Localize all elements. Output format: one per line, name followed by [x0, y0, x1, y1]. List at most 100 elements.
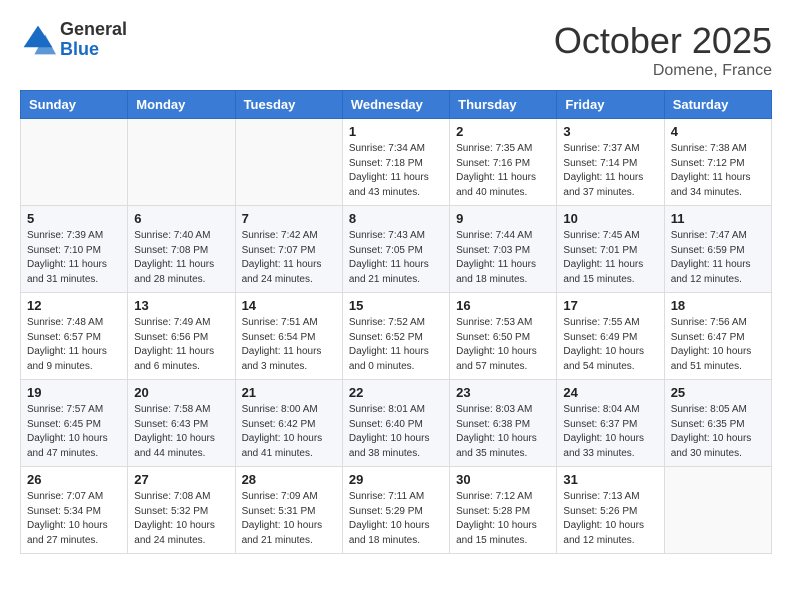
calendar-day-cell: 14Sunrise: 7:51 AMSunset: 6:54 PMDayligh…	[235, 293, 342, 380]
day-info: Sunrise: 7:08 AMSunset: 5:32 PMDaylight:…	[134, 490, 228, 548]
calendar-day-cell: 10Sunrise: 7:45 AMSunset: 7:01 PMDayligh…	[557, 206, 664, 293]
day-info: Sunrise: 7:56 AMSunset: 6:47 PMDaylight:…	[671, 316, 765, 374]
day-number: 16	[456, 298, 550, 313]
day-number: 3	[563, 124, 657, 139]
calendar-day-cell: 12 Sunrise: 7:48 AMSunset: 6:57 PMDayligh…	[21, 293, 128, 380]
calendar-day-cell: 29Sunrise: 7:11 AMSunset: 5:29 PMDayligh…	[342, 467, 449, 554]
day-number: 8	[349, 211, 443, 226]
day-number: 6	[134, 211, 228, 226]
day-info: Sunrise: 8:04 AMSunset: 6:37 PMDaylight:…	[563, 403, 657, 461]
day-number: 30	[456, 472, 550, 487]
weekday-header: Tuesday	[235, 91, 342, 119]
calendar-day-cell: 30 Sunrise: 7:12 AMSunset: 5:28 PMDayligh…	[450, 467, 557, 554]
calendar-header-row: SundayMondayTuesdayWednesdayThursdayFrid…	[21, 91, 772, 119]
day-number: 15	[349, 298, 443, 313]
logo-general: General	[60, 20, 127, 40]
calendar-day-cell: 3 Sunrise: 7:37 AMSunset: 7:14 PMDaylight…	[557, 119, 664, 206]
calendar-day-cell: 20 Sunrise: 7:58 AMSunset: 6:43 PMDayligh…	[128, 380, 235, 467]
day-info: Sunrise: 8:03 AMSunset: 6:38 PMDaylight:…	[456, 403, 550, 461]
calendar-day-cell: 6 Sunrise: 7:40 AMSunset: 7:08 PMDaylight…	[128, 206, 235, 293]
calendar-week-row: 5 Sunrise: 7:39 AMSunset: 7:10 PMDaylight…	[21, 206, 772, 293]
calendar-day-cell: 19 Sunrise: 7:57 AMSunset: 6:45 PMDayligh…	[21, 380, 128, 467]
location-title: Domene, France	[554, 62, 772, 80]
logo: General Blue	[20, 20, 127, 60]
day-info: Sunrise: 7:40 AMSunset: 7:08 PMDaylight:…	[134, 229, 228, 287]
day-info: Sunrise: 7:38 AMSunset: 7:12 PMDaylight:…	[671, 142, 765, 200]
day-number: 9	[456, 211, 550, 226]
weekday-header: Thursday	[450, 91, 557, 119]
day-info: Sunrise: 7:09 AMSunset: 5:31 PMDaylight:…	[242, 490, 336, 548]
calendar-day-cell: 4 Sunrise: 7:38 AMSunset: 7:12 PMDaylight…	[664, 119, 771, 206]
day-info: Sunrise: 7:57 AMSunset: 6:45 PMDaylight:…	[27, 403, 121, 461]
day-number: 18	[671, 298, 765, 313]
calendar-day-cell: 15 Sunrise: 7:52 AMSunset: 6:52 PMDayligh…	[342, 293, 449, 380]
calendar-day-cell: 26Sunrise: 7:07 AMSunset: 5:34 PMDayligh…	[21, 467, 128, 554]
day-number: 25	[671, 385, 765, 400]
day-info: Sunrise: 7:39 AMSunset: 7:10 PMDaylight:…	[27, 229, 121, 287]
logo-text: General Blue	[60, 20, 127, 60]
calendar-day-cell	[664, 467, 771, 554]
day-number: 12	[27, 298, 121, 313]
calendar-day-cell: 7Sunrise: 7:42 AMSunset: 7:07 PMDaylight…	[235, 206, 342, 293]
logo-icon	[20, 22, 56, 58]
day-number: 5	[27, 211, 121, 226]
day-number: 11	[671, 211, 765, 226]
day-info: Sunrise: 8:01 AMSunset: 6:40 PMDaylight:…	[349, 403, 443, 461]
day-number: 20	[134, 385, 228, 400]
calendar-day-cell: 28 Sunrise: 7:09 AMSunset: 5:31 PMDayligh…	[235, 467, 342, 554]
calendar-day-cell: 17 Sunrise: 7:55 AMSunset: 6:49 PMDayligh…	[557, 293, 664, 380]
day-number: 27	[134, 472, 228, 487]
day-number: 29	[349, 472, 443, 487]
calendar-day-cell: 1 Sunrise: 7:34 AMSunset: 7:18 PMDaylight…	[342, 119, 449, 206]
day-number: 19	[27, 385, 121, 400]
weekday-header: Sunday	[21, 91, 128, 119]
day-number: 24	[563, 385, 657, 400]
day-number: 14	[242, 298, 336, 313]
calendar-day-cell: 31Sunrise: 7:13 AMSunset: 5:26 PMDayligh…	[557, 467, 664, 554]
calendar-week-row: 19 Sunrise: 7:57 AMSunset: 6:45 PMDayligh…	[21, 380, 772, 467]
calendar-day-cell: 13Sunrise: 7:49 AMSunset: 6:56 PMDayligh…	[128, 293, 235, 380]
day-info: Sunrise: 7:55 AMSunset: 6:49 PMDaylight:…	[563, 316, 657, 374]
day-info: Sunrise: 8:05 AMSunset: 6:35 PMDaylight:…	[671, 403, 765, 461]
calendar-day-cell	[128, 119, 235, 206]
day-info: Sunrise: 7:49 AMSunset: 6:56 PMDaylight:…	[134, 316, 228, 374]
day-info: Sunrise: 7:37 AMSunset: 7:14 PMDaylight:…	[563, 142, 657, 200]
page-header: General Blue October 2025 Domene, France	[20, 20, 772, 80]
calendar-day-cell: 5 Sunrise: 7:39 AMSunset: 7:10 PMDaylight…	[21, 206, 128, 293]
calendar-day-cell	[235, 119, 342, 206]
calendar-day-cell: 16Sunrise: 7:53 AMSunset: 6:50 PMDayligh…	[450, 293, 557, 380]
calendar-week-row: 12 Sunrise: 7:48 AMSunset: 6:57 PMDayligh…	[21, 293, 772, 380]
calendar-day-cell: 18 Sunrise: 7:56 AMSunset: 6:47 PMDayligh…	[664, 293, 771, 380]
day-number: 4	[671, 124, 765, 139]
calendar-day-cell	[21, 119, 128, 206]
day-number: 28	[242, 472, 336, 487]
calendar-day-cell: 8 Sunrise: 7:43 AMSunset: 7:05 PMDaylight…	[342, 206, 449, 293]
weekday-header: Saturday	[664, 91, 771, 119]
day-info: Sunrise: 7:52 AMSunset: 6:52 PMDaylight:…	[349, 316, 443, 374]
day-info: Sunrise: 7:58 AMSunset: 6:43 PMDaylight:…	[134, 403, 228, 461]
day-info: Sunrise: 7:13 AMSunset: 5:26 PMDaylight:…	[563, 490, 657, 548]
weekday-header: Wednesday	[342, 91, 449, 119]
day-number: 10	[563, 211, 657, 226]
day-info: Sunrise: 8:00 AMSunset: 6:42 PMDaylight:…	[242, 403, 336, 461]
day-number: 2	[456, 124, 550, 139]
day-info: Sunrise: 7:48 AMSunset: 6:57 PMDaylight:…	[27, 316, 121, 374]
calendar-week-row: 26Sunrise: 7:07 AMSunset: 5:34 PMDayligh…	[21, 467, 772, 554]
day-number: 17	[563, 298, 657, 313]
logo-blue: Blue	[60, 40, 127, 60]
weekday-header: Friday	[557, 91, 664, 119]
day-number: 22	[349, 385, 443, 400]
day-info: Sunrise: 7:44 AMSunset: 7:03 PMDaylight:…	[456, 229, 550, 287]
day-info: Sunrise: 7:12 AMSunset: 5:28 PMDaylight:…	[456, 490, 550, 548]
day-info: Sunrise: 7:34 AMSunset: 7:18 PMDaylight:…	[349, 142, 443, 200]
day-info: Sunrise: 7:42 AMSunset: 7:07 PMDaylight:…	[242, 229, 336, 287]
weekday-header: Monday	[128, 91, 235, 119]
day-info: Sunrise: 7:43 AMSunset: 7:05 PMDaylight:…	[349, 229, 443, 287]
calendar-day-cell: 2Sunrise: 7:35 AMSunset: 7:16 PMDaylight…	[450, 119, 557, 206]
calendar-day-cell: 25 Sunrise: 8:05 AMSunset: 6:35 PMDayligh…	[664, 380, 771, 467]
day-number: 1	[349, 124, 443, 139]
title-block: October 2025 Domene, France	[554, 20, 772, 80]
day-number: 21	[242, 385, 336, 400]
calendar-day-cell: 21 Sunrise: 8:00 AMSunset: 6:42 PMDayligh…	[235, 380, 342, 467]
day-info: Sunrise: 7:47 AMSunset: 6:59 PMDaylight:…	[671, 229, 765, 287]
